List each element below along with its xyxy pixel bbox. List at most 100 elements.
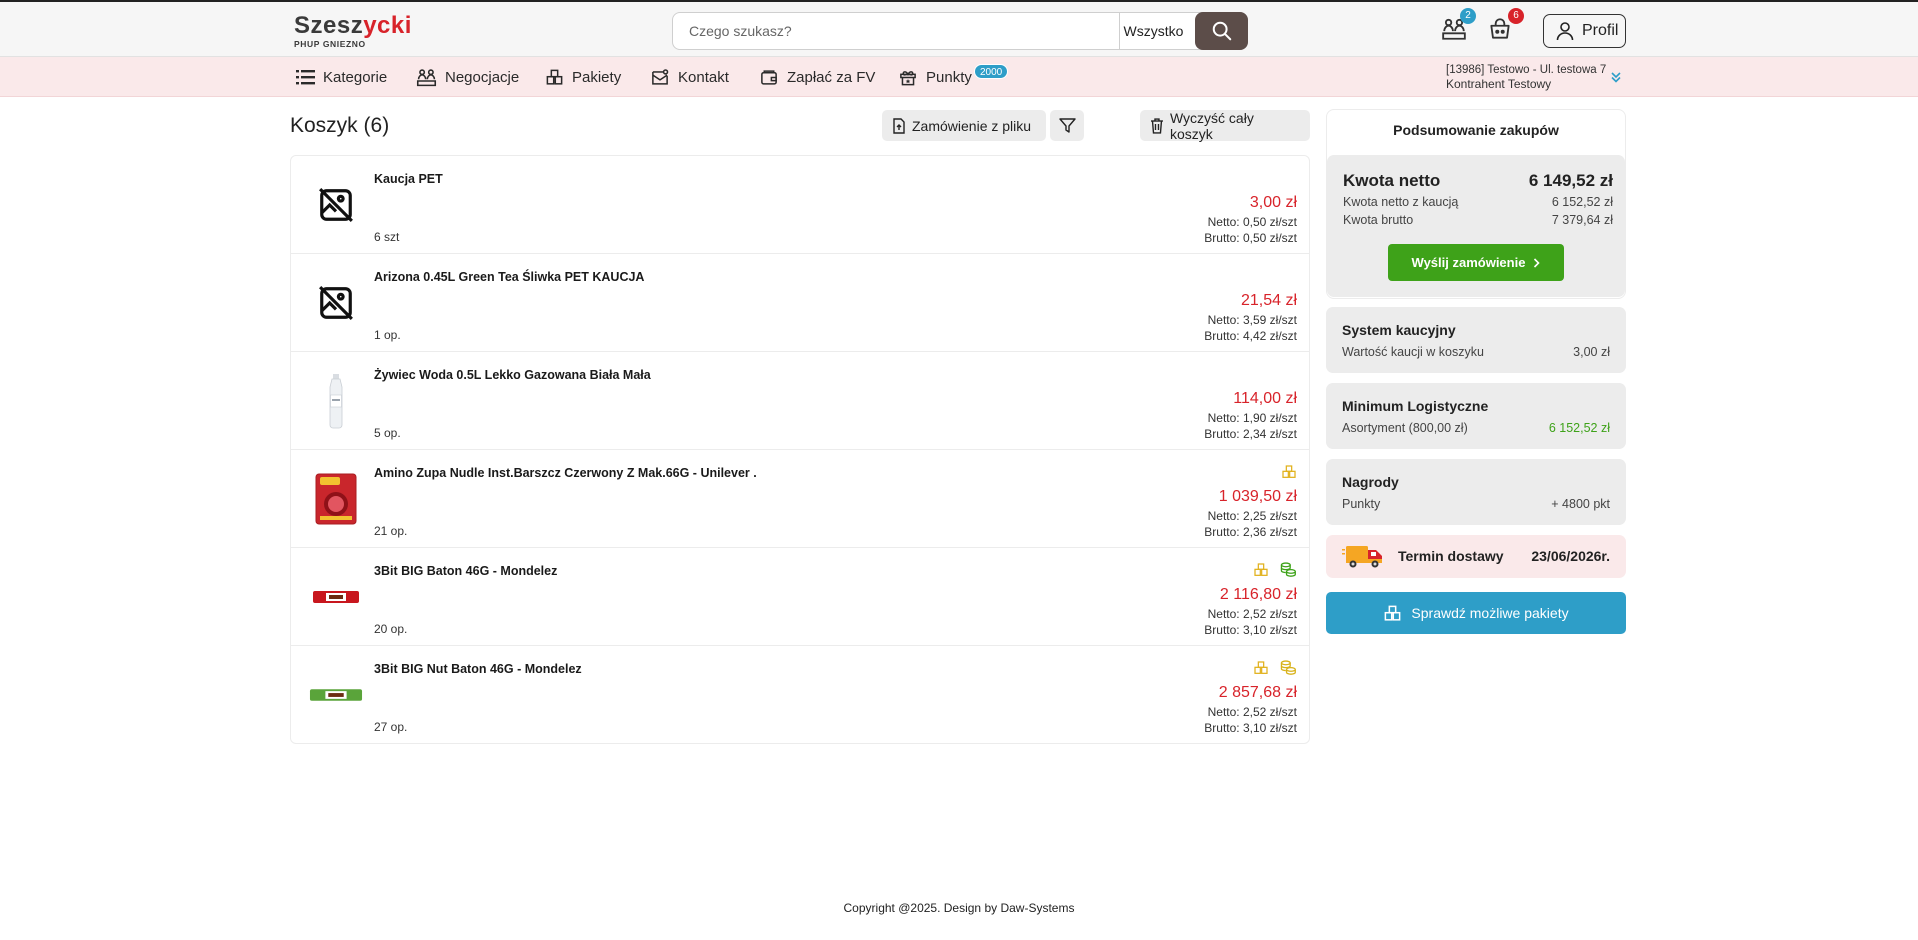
send-order-button[interactable]: Wyślij zamówienie [1388,244,1564,281]
cart-item[interactable]: 3Bit BIG Nut Baton 46G - Mondelez 27 op.… [291,646,1309,743]
product-name[interactable]: 3Bit BIG Baton 46G - Mondelez [374,564,557,578]
nav-item-label: Negocjacje [445,68,520,86]
product-badges [1281,464,1297,480]
candy-bar-red-image [313,591,359,603]
summary-header: Podsumowanie zakupów [1393,122,1559,138]
search-category-select[interactable]: Wszystko [1119,13,1187,49]
package-icon[interactable] [1253,562,1269,578]
nav-item-zaplac-za-fv[interactable]: Zapłać za FV [759,66,875,88]
package-icon[interactable] [1281,464,1297,480]
summary-totals: Kwota netto 6 149,52 zł Kwota netto z ka… [1327,155,1625,297]
nav-item-label: Punkty [926,68,972,86]
product-name[interactable]: Żywiec Woda 0.5L Lekko Gazowana Biała Ma… [374,368,651,382]
chevron-double-down-icon[interactable] [1609,70,1623,84]
delivery-label: Termin dostawy [1398,548,1504,564]
logo[interactable]: Szeszycki PHUP GNIEZNO [294,12,414,50]
product-net-unit-price: Netto: 1,90 zł/szt [1207,411,1297,425]
trash-icon [1150,117,1163,134]
product-name[interactable]: Kaucja PET [374,172,443,186]
soup-package-image [315,473,357,525]
wallet-icon [761,69,777,85]
nav-item-kategorie[interactable]: Kategorie [296,66,387,88]
clear-cart-label: Wyczyść cały koszyk [1169,109,1254,142]
account-selector[interactable]: [13986] Testowo - Ul. testowa 7 Kontrahe… [1446,63,1606,91]
product-total-price: 2 116,80 zł [1219,586,1297,603]
product-net-unit-price: Netto: 2,25 zł/szt [1207,509,1297,523]
product-quantity: 1 op. [374,328,401,342]
product-thumbnail [309,668,363,722]
check-packages-button[interactable]: Sprawdź możliwe pakiety [1326,592,1626,634]
page-title: Koszyk (6) [290,114,390,137]
cart-item[interactable]: Żywiec Woda 0.5L Lekko Gazowana Biała Ma… [291,352,1309,450]
logo-text-b: ycki [363,12,412,39]
check-packages-label: Sprawdź możliwe pakiety [1411,605,1569,621]
delivery-truck-icon [1342,546,1382,568]
product-thumbnail [309,276,363,330]
product-thumbnail [309,570,363,624]
rewards-label: Punkty [1342,497,1381,511]
cart-item[interactable]: 3Bit BIG Baton 46G - Mondelez 20 op. 2 1… [291,548,1309,646]
cart-items-list: Kaucja PET 6 szt 3,00 zł Netto: 0,50 zł/… [290,155,1310,744]
nav-item-label: Kontakt [678,68,729,86]
product-quantity: 21 op. [374,524,408,538]
profile-button[interactable]: Profil [1543,14,1626,48]
nav-item-negocjacje[interactable]: Negocjacje [416,66,519,88]
product-name[interactable]: 3Bit BIG Nut Baton 46G - Mondelez [374,662,582,676]
product-quantity: 6 szt [374,230,400,244]
account-address: [13986] Testowo - Ul. testowa 7 [1446,64,1607,76]
nav-item-pakiety[interactable]: Pakiety [545,66,621,88]
delivery-value: 23/06/2026r. [1531,548,1610,564]
product-total-price: 2 857,68 zł [1218,684,1297,701]
nav-item-kontakt[interactable]: Kontakt [650,66,729,88]
nav-item-label: Zapłać za FV [787,68,876,86]
order-from-file-button[interactable]: Zamówienie z pliku [882,110,1046,141]
gross-amount-value: 7 379,64 zł [1551,213,1613,227]
nav-item-punkty[interactable]: Punkty [898,66,972,88]
negotiations-badge: 2 [1460,8,1476,24]
rewards-value: + 4800 pkt [1551,497,1610,511]
file-upload-icon [893,117,905,134]
product-quantity: 20 op. [374,622,408,636]
water-bottle-image [329,374,343,429]
product-net-unit-price: Netto: 0,50 zł/szt [1207,215,1297,229]
net-amount-label: Kwota netto [1343,171,1441,190]
send-order-label: Wyślij zamówienie [1411,255,1526,270]
deposit-system-card: System kaucyjny Wartość kaucji w koszyku… [1326,307,1626,373]
cart-item[interactable]: Amino Zupa Nudle Inst.Barszcz Czerwony Z… [291,450,1309,548]
logistics-value: 6 152,52 zł [1548,421,1610,435]
filter-icon [1058,118,1076,133]
product-total-price: 114,00 zł [1233,390,1297,407]
list-icon [296,69,315,84]
product-name[interactable]: Amino Zupa Nudle Inst.Barszcz Czerwony Z… [374,466,757,480]
search-button[interactable] [1195,12,1248,50]
rewards-title: Nagrody [1342,474,1399,490]
points-gift-icon [900,70,916,85]
chevron-right-icon [1534,257,1541,268]
coins-icon[interactable] [1279,562,1297,578]
product-gross-unit-price: Brutto: 2,34 zł/szt [1204,427,1297,441]
search-bar: Wszystko [672,12,1248,50]
package-icon [1385,605,1401,621]
product-total-price: 1 039,50 zł [1218,488,1297,505]
no-image-icon [319,286,353,320]
no-image-icon [319,188,353,222]
logistics-title: Minimum Logistyczne [1342,398,1489,414]
product-quantity: 27 op. [374,720,408,734]
rewards-card: Nagrody Punkty + 4800 pkt [1326,459,1626,525]
product-badges [1253,660,1297,676]
filter-button[interactable] [1050,110,1084,141]
net-with-deposit-value: 6 152,52 zł [1551,195,1613,209]
cart-item[interactable]: Kaucja PET 6 szt 3,00 zł Netto: 0,50 zł/… [291,156,1309,254]
search-input[interactable] [673,13,1117,49]
account-name: Kontrahent Testowy [1446,77,1552,91]
package-icon[interactable] [1253,660,1269,676]
clear-cart-button[interactable]: Wyczyść cały koszyk [1140,109,1310,142]
nav-item-label: Kategorie [323,68,388,86]
cart-item[interactable]: Arizona 0.45L Green Tea Śliwka PET KAUCJ… [291,254,1309,352]
product-name[interactable]: Arizona 0.45L Green Tea Śliwka PET KAUCJ… [374,270,644,284]
gross-amount-label: Kwota brutto [1343,213,1414,227]
net-with-deposit-label: Kwota netto z kaucją [1343,195,1459,209]
product-gross-unit-price: Brutto: 4,42 zł/szt [1204,329,1297,343]
cart-badge: 6 [1508,8,1524,24]
coins-icon[interactable] [1279,660,1297,676]
